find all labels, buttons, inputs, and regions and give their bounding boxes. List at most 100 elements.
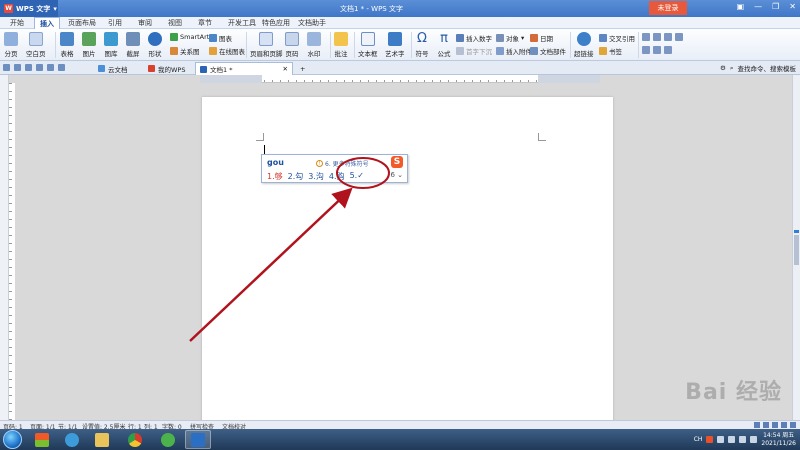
gallery-button[interactable]: 图库 bbox=[104, 32, 118, 58]
comment-button[interactable]: 批注 bbox=[334, 32, 348, 58]
tab-insert[interactable]: 插入 bbox=[34, 17, 60, 29]
tool-icon[interactable] bbox=[642, 46, 650, 54]
taskbar-chrome-icon[interactable] bbox=[122, 430, 148, 449]
redo-icon[interactable] bbox=[58, 64, 65, 71]
app-name: WPS 文字 bbox=[16, 4, 51, 13]
start-button[interactable] bbox=[3, 430, 22, 449]
hyperlink-button[interactable]: 超链接 bbox=[574, 32, 594, 58]
view-mode-icon[interactable] bbox=[772, 422, 778, 428]
restore-button[interactable]: ❐ bbox=[772, 2, 779, 11]
command-search[interactable]: ⚙ ⌕ 查找命令、搜索模板 bbox=[720, 63, 797, 74]
taskbar-store-icon[interactable] bbox=[29, 430, 55, 449]
login-button[interactable]: 未登录 bbox=[649, 1, 687, 15]
ime-candidate[interactable]: 1.够 bbox=[267, 171, 283, 182]
taskbar-explorer-icon[interactable] bbox=[89, 430, 115, 449]
ime-more-button[interactable]: 6 ⌄ bbox=[390, 171, 403, 179]
system-clock[interactable]: 14:54 周五 2021/11/26 bbox=[761, 432, 796, 448]
ime-candidate[interactable]: 2.勾 bbox=[288, 171, 304, 182]
new-tab-button[interactable]: + bbox=[296, 62, 309, 75]
save-icon[interactable] bbox=[14, 64, 21, 71]
page-break-button[interactable]: 分页 bbox=[4, 32, 18, 58]
volume-icon[interactable] bbox=[750, 436, 758, 443]
picture-button[interactable]: 图片 bbox=[82, 32, 96, 58]
minimize-button[interactable]: — bbox=[754, 2, 762, 11]
tab-cloud-docs[interactable]: 云文档 bbox=[94, 62, 132, 75]
close-icon[interactable]: ✕ bbox=[283, 65, 288, 73]
insert-attachment-button[interactable]: 插入附件 bbox=[496, 46, 532, 56]
tab-chapter[interactable]: 章节 bbox=[198, 17, 212, 29]
relation-chart-button[interactable]: 关系图 bbox=[170, 46, 200, 56]
ime-candidate[interactable]: 3.沟 bbox=[308, 171, 324, 182]
left-navigation-strip[interactable] bbox=[0, 75, 9, 420]
watermark-button[interactable]: 水印 bbox=[307, 32, 321, 58]
scroll-thumb[interactable] bbox=[794, 235, 799, 265]
view-mode-icon[interactable] bbox=[763, 422, 769, 428]
ime-tip[interactable]: ! 6. 更多特殊符号 bbox=[316, 159, 369, 168]
header-footer-button[interactable]: 页眉和页脚 bbox=[250, 32, 283, 58]
view-mode-icon[interactable] bbox=[781, 422, 787, 428]
ime-candidate[interactable]: 4.购 bbox=[329, 171, 345, 182]
taskbar-wps-writer-icon[interactable] bbox=[185, 430, 211, 449]
tab-document1[interactable]: 文档1 * ✕ bbox=[195, 62, 293, 75]
tab-developer[interactable]: 开发工具 bbox=[228, 17, 256, 29]
folder-icon[interactable] bbox=[3, 64, 10, 71]
settings-icon[interactable]: ⚙ bbox=[720, 64, 726, 72]
app-menu-button[interactable]: W WPS 文字 ▾ bbox=[0, 0, 58, 17]
tab-view[interactable]: 视图 bbox=[168, 17, 182, 29]
ime-mode-indicator[interactable]: CH bbox=[694, 436, 703, 443]
network-icon[interactable] bbox=[739, 436, 747, 443]
tool-icon[interactable] bbox=[664, 33, 672, 41]
tray-icon[interactable] bbox=[728, 436, 736, 443]
formula-button[interactable]: π 公式 bbox=[437, 32, 451, 59]
shape-button[interactable]: 形状 bbox=[148, 32, 162, 58]
document-page[interactable]: gou ! 6. 更多特殊符号 S 1.够 2.勾 3.沟 4.购 5.✓ 6 ⌄ bbox=[202, 97, 613, 420]
textbox-button[interactable]: 文本框 bbox=[358, 32, 378, 58]
tab-my-wps[interactable]: 我的WPS bbox=[144, 62, 189, 75]
drop-cap-button[interactable]: 首字下沉 bbox=[456, 46, 492, 56]
taskbar-app-icon[interactable] bbox=[155, 430, 181, 449]
bookmark-button[interactable]: 书签 bbox=[599, 46, 622, 56]
search-input[interactable]: 查找命令、搜索模板 bbox=[738, 63, 797, 73]
view-mode-icon[interactable] bbox=[754, 422, 760, 428]
tool-icon[interactable] bbox=[664, 46, 672, 54]
page-number-button[interactable]: 页码 bbox=[285, 32, 299, 58]
tab-home[interactable]: 开始 bbox=[10, 17, 24, 29]
tool-icon[interactable] bbox=[653, 33, 661, 41]
wordart-button[interactable]: 艺术字 bbox=[385, 32, 405, 58]
ime-candidate[interactable]: 5.✓ bbox=[350, 171, 364, 182]
horizontal-ruler[interactable] bbox=[200, 75, 600, 83]
chart-button[interactable]: 图表 bbox=[209, 33, 232, 43]
close-button[interactable]: ✕ bbox=[789, 2, 796, 11]
ribbon-tabs: 开始 插入 页面布局 引用 审阅 视图 章节 开发工具 特色应用 文档助手 bbox=[0, 17, 800, 29]
table-button[interactable]: 表格 bbox=[60, 32, 74, 58]
preview-icon[interactable] bbox=[36, 64, 43, 71]
tool-icon[interactable] bbox=[642, 33, 650, 41]
undo-icon[interactable] bbox=[47, 64, 54, 71]
skin-icon[interactable]: ▣ bbox=[737, 2, 745, 11]
insert-number-button[interactable]: 插入数字 bbox=[456, 33, 492, 43]
symbol-button[interactable]: Ω 符号 bbox=[415, 32, 429, 59]
blank-page-button[interactable]: 空白页 bbox=[26, 32, 46, 58]
vertical-scrollbar[interactable] bbox=[792, 75, 800, 420]
cross-reference-button[interactable]: 交叉引用 bbox=[599, 33, 635, 43]
date-button[interactable]: 日期 bbox=[530, 33, 553, 43]
doc-parts-button[interactable]: 文档部件 bbox=[530, 46, 566, 56]
tool-icon[interactable] bbox=[675, 33, 683, 41]
screenshot-button[interactable]: 截屏 bbox=[126, 32, 140, 58]
smartart-button[interactable]: SmartArt bbox=[170, 33, 209, 41]
tab-special[interactable]: 特色应用 bbox=[262, 17, 290, 29]
zoom-out-icon[interactable] bbox=[790, 422, 796, 428]
sogou-tray-icon[interactable] bbox=[706, 436, 714, 443]
tab-page-layout[interactable]: 页面布局 bbox=[68, 17, 96, 29]
title-bar: W WPS 文字 ▾ 文档1 * - WPS 文字 未登录 ▣ — ❐ ✕ bbox=[0, 0, 800, 17]
tab-review[interactable]: 审阅 bbox=[138, 17, 152, 29]
wps-logo-icon bbox=[148, 65, 155, 72]
tool-icon[interactable] bbox=[653, 46, 661, 54]
tab-doc-assistant[interactable]: 文档助手 bbox=[298, 17, 326, 29]
taskbar-search-icon[interactable] bbox=[59, 430, 85, 449]
online-chart-button[interactable]: 在线图表 bbox=[209, 46, 245, 56]
tray-icon[interactable] bbox=[717, 436, 725, 443]
object-button[interactable]: 对象 ▾ bbox=[496, 33, 524, 43]
print-icon[interactable] bbox=[25, 64, 32, 71]
tab-references[interactable]: 引用 bbox=[108, 17, 122, 29]
